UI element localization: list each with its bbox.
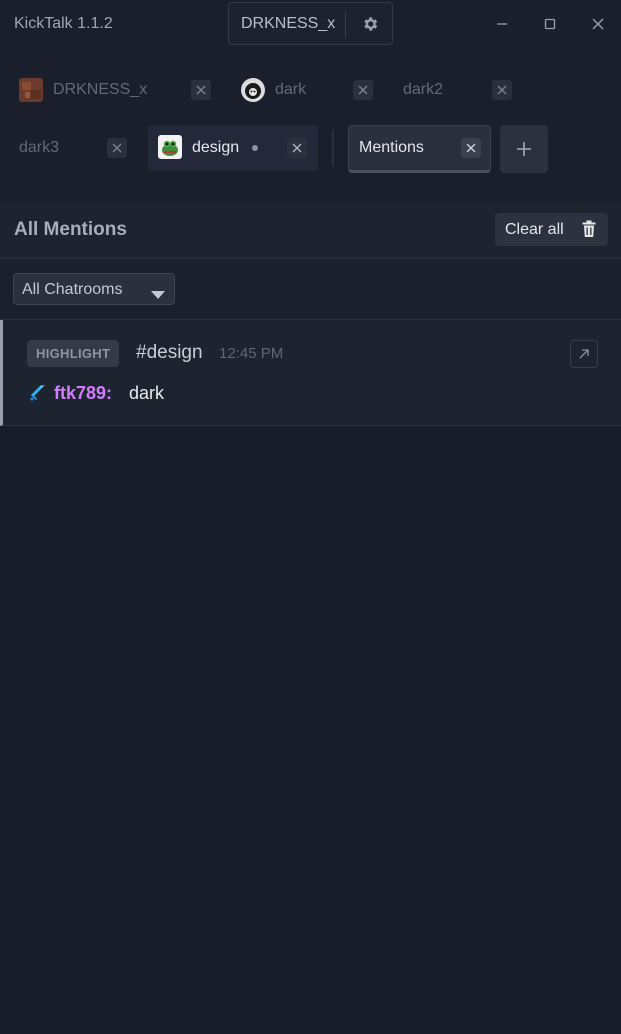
tab-design[interactable]: design [148, 125, 318, 171]
tab-label: Mentions [359, 139, 424, 156]
tab-close-button[interactable] [492, 80, 512, 100]
plus-icon [517, 142, 531, 156]
tab-label: design [192, 139, 240, 156]
mention-timestamp: 12:45 PM [219, 345, 284, 362]
tab-dark2[interactable]: dark2 [394, 67, 524, 113]
mention-channel: #design [136, 342, 203, 363]
mention-message: dark [129, 383, 165, 403]
page-title: All Mentions [14, 219, 127, 240]
chatroom-filter-select[interactable]: All Chatrooms [13, 273, 175, 305]
chatroom-filter-value: All Chatrooms [22, 281, 123, 298]
close-icon [466, 143, 476, 153]
close-icon [112, 143, 122, 153]
clear-all-button[interactable]: Clear all [495, 213, 608, 246]
trash-icon [581, 220, 597, 243]
tab-drkness-x[interactable]: DRKNESS_x [10, 67, 220, 113]
tab-close-button[interactable] [107, 138, 127, 158]
tab-label: dark3 [19, 139, 60, 156]
tab-close-button[interactable] [191, 80, 211, 100]
unread-indicator [252, 145, 258, 151]
tab-divider [332, 130, 334, 166]
tab-mentions[interactable]: Mentions [348, 125, 491, 173]
user-box: DRKNESS_x [228, 2, 393, 45]
tab-close-button[interactable] [461, 138, 481, 158]
tab-dark[interactable]: dark [232, 67, 382, 113]
mentions-header: All Mentions Clear all [0, 201, 621, 259]
tab-label: dark2 [403, 81, 444, 98]
close-icon [497, 85, 507, 95]
minimize-icon [497, 23, 507, 25]
title-and-tabs-bar: KickTalk 1.1.2 DRKNESS_x DRKNESS_x dark … [0, 0, 621, 201]
tab-label: DRKNESS_x [53, 81, 148, 98]
mention-item[interactable]: HIGHLIGHT #design 12:45 PM ftk789: dark [0, 320, 621, 426]
settings-button[interactable] [359, 13, 381, 35]
avatar [158, 135, 182, 159]
tab-close-button[interactable] [287, 138, 307, 158]
tab-dark3[interactable]: dark3 [10, 125, 138, 171]
caret-down-icon [151, 286, 165, 304]
tab-close-button[interactable] [353, 80, 373, 100]
close-icon [292, 143, 302, 153]
close-icon [196, 85, 206, 95]
user-box-divider [345, 11, 346, 38]
current-user-name[interactable]: DRKNESS_x [241, 15, 335, 33]
close-icon [592, 18, 604, 30]
mention-username[interactable]: ftk789: [54, 383, 112, 404]
maximize-button[interactable] [538, 12, 562, 36]
avatar [19, 78, 43, 102]
clear-all-label: Clear all [505, 221, 564, 238]
highlight-badge: HIGHLIGHT [27, 340, 120, 367]
maximize-icon [544, 18, 556, 30]
app-title: KickTalk 1.1.2 [14, 15, 113, 32]
arrow-up-right-icon [579, 349, 589, 359]
gear-icon [364, 17, 378, 31]
open-in-chat-button[interactable] [570, 340, 598, 368]
avatar [241, 78, 265, 102]
mentions-list-empty-area [0, 426, 621, 1034]
filter-row: All Chatrooms [0, 259, 621, 320]
minimize-button[interactable] [490, 12, 514, 36]
app-window: KickTalk 1.1.2 DRKNESS_x DRKNESS_x dark … [0, 0, 621, 1034]
sword-badge-icon [28, 383, 48, 408]
close-window-button[interactable] [586, 12, 610, 36]
tab-label: dark [275, 81, 307, 98]
add-tab-button[interactable] [500, 125, 548, 173]
close-icon [358, 85, 368, 95]
